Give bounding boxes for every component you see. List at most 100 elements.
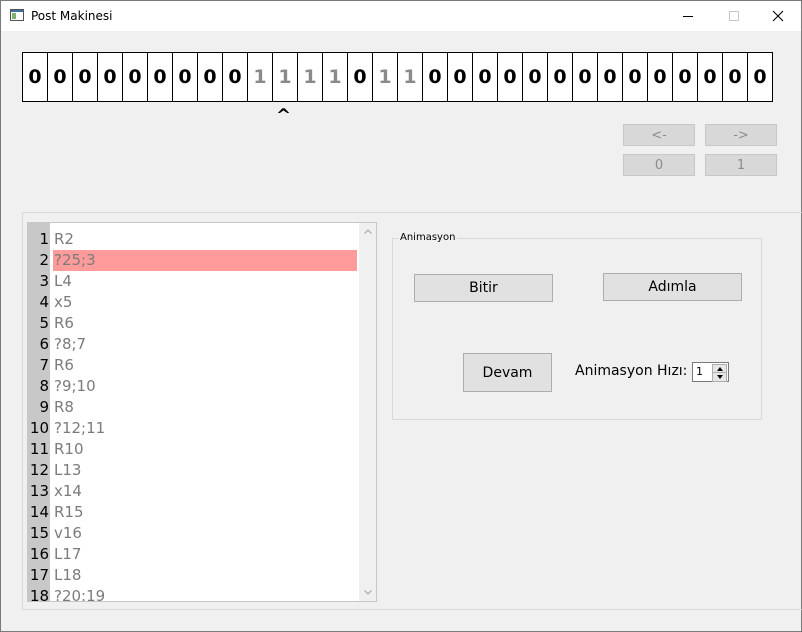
line-instruction[interactable]: R15 [53,502,357,523]
tape-cell[interactable]: 0 [197,52,223,102]
program-line[interactable]: 11 R10 [28,439,358,460]
program-line[interactable]: 13 x14 [28,481,358,502]
scroll-down-arrow[interactable] [359,584,376,601]
program-line[interactable]: 6 ?8;7 [28,334,358,355]
program-line[interactable]: 9 R8 [28,397,358,418]
line-instruction[interactable]: L17 [53,544,357,565]
main-window: Post Makinesi 00000000011110110000000000… [0,0,802,632]
tape: 000000000111101100000000000000 [22,52,773,102]
minimize-button[interactable] [665,1,711,31]
window-title: Post Makinesi [31,9,113,23]
tape-head-marker: ^ [276,105,292,126]
program-line[interactable]: 16 L17 [28,544,358,565]
vertical-scrollbar[interactable] [359,223,376,601]
program-line[interactable]: 17 L18 [28,565,358,586]
line-number: 4 [39,293,49,311]
write-zero-button[interactable]: 0 [623,154,695,176]
line-instruction[interactable]: R6 [53,355,357,376]
program-line[interactable]: 7 R6 [28,355,358,376]
tape-cell[interactable]: 1 [297,52,323,102]
program-line[interactable]: 3 L4 [28,271,358,292]
tape-cell[interactable]: 0 [72,52,98,102]
animation-speed-spinbox[interactable]: 1 [692,362,729,382]
line-instruction[interactable]: R2 [53,229,357,250]
line-instruction[interactable]: L13 [53,460,357,481]
tape-cell[interactable]: 0 [697,52,723,102]
finish-button[interactable]: Bitir [414,274,553,302]
line-instruction[interactable]: x14 [53,481,357,502]
tape-cell[interactable]: 0 [622,52,648,102]
tape-cell[interactable]: 0 [222,52,248,102]
triangle-down-icon [716,375,723,379]
tape-cell[interactable]: 0 [47,52,73,102]
scroll-up-arrow[interactable] [359,223,376,240]
tape-cell[interactable]: 0 [672,52,698,102]
tape-cell[interactable]: 0 [522,52,548,102]
program-line[interactable]: 1 R2 [28,229,358,250]
title-bar[interactable]: Post Makinesi [1,1,801,31]
continue-button[interactable]: Devam [463,353,552,392]
move-left-button[interactable]: <- [623,124,695,146]
tape-cell[interactable]: 0 [97,52,123,102]
animation-group [392,238,762,420]
move-right-button[interactable]: -> [705,124,777,146]
line-instruction[interactable]: ?9;10 [53,376,357,397]
tape-cell[interactable]: 1 [372,52,398,102]
program-line[interactable]: 4 x5 [28,292,358,313]
line-instruction[interactable]: R6 [53,313,357,334]
tape-cell[interactable]: 1 [272,52,298,102]
maximize-button[interactable] [711,1,757,31]
line-number: 1 [39,230,49,248]
chevron-up-icon [363,229,372,234]
tape-cell[interactable]: 0 [497,52,523,102]
tape-cell[interactable]: 0 [347,52,373,102]
program-line[interactable]: 14 R15 [28,502,358,523]
tape-cell[interactable]: 0 [122,52,148,102]
line-instruction[interactable]: L18 [53,565,357,586]
program-line[interactable]: 2 ?25;3 [28,250,358,271]
line-instruction[interactable]: L4 [53,271,357,292]
program-line[interactable]: 18 ?20:19 [28,586,358,601]
line-instruction[interactable]: ?25;3 [53,250,357,271]
tape-cell[interactable]: 1 [247,52,273,102]
animation-speed-label: Animasyon Hızı: [575,363,688,379]
program-editor[interactable]: 1 R2 2 ?25;3 3 L4 4 x5 5 R6 6 ?8;7 7 R6 8 ?9;10 9 R8 10 ?12… [27,222,377,602]
line-number: 5 [39,314,49,332]
line-instruction[interactable]: ?20:19 [53,586,357,601]
line-instruction[interactable]: R8 [53,397,357,418]
line-instruction[interactable]: R10 [53,439,357,460]
line-instruction[interactable]: v16 [53,523,357,544]
program-line[interactable]: 15 v16 [28,523,358,544]
tape-cell[interactable]: 0 [147,52,173,102]
tape-cell[interactable]: 0 [722,52,748,102]
tape-cell[interactable]: 0 [547,52,573,102]
program-line[interactable]: 5 R6 [28,313,358,334]
program-line[interactable]: 12 L13 [28,460,358,481]
close-button[interactable] [755,1,801,31]
line-number: 3 [39,272,49,290]
line-number: 14 [29,503,49,521]
line-instruction[interactable]: ?12;11 [53,418,357,439]
tape-cell[interactable]: 0 [422,52,448,102]
animation-speed-value[interactable]: 1 [696,365,703,378]
tape-cell[interactable]: 0 [472,52,498,102]
tape-cell[interactable]: 0 [447,52,473,102]
tape-cell[interactable]: 0 [22,52,48,102]
step-button[interactable]: Adımla [603,273,742,301]
write-one-button[interactable]: 1 [705,154,777,176]
tape-cell[interactable]: 1 [322,52,348,102]
tape-cell[interactable]: 0 [572,52,598,102]
line-instruction[interactable]: x5 [53,292,357,313]
tape-cell[interactable]: 0 [172,52,198,102]
program-line[interactable]: 10 ?12;11 [28,418,358,439]
line-instruction[interactable]: ?8;7 [53,334,357,355]
program-line[interactable]: 8 ?9;10 [28,376,358,397]
tape-cell[interactable]: 0 [647,52,673,102]
tape-cell[interactable]: 1 [397,52,423,102]
spin-down-button[interactable] [712,372,727,382]
tape-cell[interactable]: 0 [597,52,623,102]
line-number: 9 [39,398,49,416]
tape-cell[interactable]: 0 [747,52,773,102]
line-number: 13 [29,482,49,500]
line-number: 10 [29,419,49,437]
